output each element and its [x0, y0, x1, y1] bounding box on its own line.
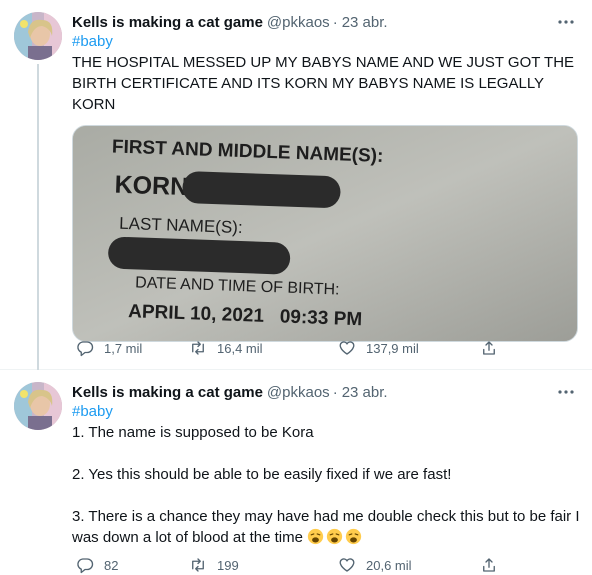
- like-icon: [339, 341, 355, 355]
- like-button[interactable]: 20,6 mil: [338, 556, 412, 574]
- action-bar: 82 199 20,6 mil: [76, 555, 556, 575]
- retweet-icon: [192, 341, 204, 355]
- reply-icon: [77, 341, 94, 357]
- retweet-button[interactable]: 16,4 mil: [189, 339, 263, 357]
- weary-face-emoji: [327, 528, 343, 545]
- share-button[interactable]: [480, 339, 498, 357]
- retweet-count: 199: [217, 557, 239, 573]
- tweet-header: Kells is making a cat game @pkkaos · 23 …: [72, 382, 580, 402]
- tweet-1[interactable]: Kells is making a cat game @pkkaos · 23 …: [0, 0, 592, 370]
- cert-first-name: KORN: [114, 171, 189, 202]
- reply-count: 1,7 mil: [104, 340, 143, 356]
- reply-button[interactable]: 1,7 mil: [76, 339, 142, 357]
- emoji-group: [307, 528, 364, 546]
- tweet-2[interactable]: Kells is making a cat game @pkkaos · 23 …: [0, 370, 592, 575]
- avatar[interactable]: [14, 12, 62, 60]
- reply-count: 82: [104, 557, 119, 573]
- hashtag-link[interactable]: #baby: [72, 402, 580, 422]
- tweet-text: THE HOSPITAL MESSED UP MY BABYS NAME AND…: [72, 54, 575, 113]
- like-icon: [339, 558, 355, 572]
- like-count: 137,9 mil: [366, 340, 419, 356]
- author-name[interactable]: Kells is making a cat game: [72, 14, 263, 31]
- redaction-bar: [108, 236, 291, 275]
- tweet-date[interactable]: 23 abr.: [342, 384, 388, 401]
- separator: ·: [332, 13, 338, 31]
- redaction-bar: [182, 171, 341, 208]
- share-icon: [483, 558, 495, 572]
- hashtag-link[interactable]: #baby: [72, 32, 580, 52]
- author-handle[interactable]: @pkkaos: [267, 384, 330, 401]
- author-handle[interactable]: @pkkaos: [267, 14, 330, 31]
- reply-icon: [77, 558, 94, 574]
- like-button[interactable]: 137,9 mil: [338, 339, 419, 357]
- retweet-button[interactable]: 199: [189, 556, 239, 574]
- avatar[interactable]: [14, 382, 62, 430]
- like-count: 20,6 mil: [366, 557, 412, 573]
- thread-line: [37, 64, 39, 370]
- weary-face-emoji: [308, 528, 324, 545]
- reply-button[interactable]: 82: [76, 556, 118, 574]
- action-bar: 1,7 mil 16,4 mil 137,9 mil: [76, 338, 556, 358]
- tweet-date[interactable]: 23 abr.: [342, 14, 388, 31]
- more-icon[interactable]: [556, 12, 576, 32]
- separator: ·: [332, 383, 338, 401]
- tweet-image[interactable]: FIRST AND MIDDLE NAME(S): KORN LAST NAME…: [72, 125, 578, 342]
- share-button[interactable]: [480, 556, 498, 574]
- retweet-count: 16,4 mil: [217, 340, 263, 356]
- tweet-text-line-1: 1. The name is supposed to be Kora: [72, 424, 314, 441]
- weary-face-emoji: [346, 528, 362, 545]
- retweet-icon: [192, 558, 204, 572]
- tweet-text-line-3-wrap: 3. There is a chance they may have had m…: [72, 506, 580, 548]
- more-icon[interactable]: [556, 382, 576, 402]
- share-icon: [483, 341, 495, 355]
- tweet-header: Kells is making a cat game @pkkaos · 23 …: [72, 12, 580, 32]
- author-name[interactable]: Kells is making a cat game: [72, 384, 263, 401]
- tweet-text-line-2: 2. Yes this should be able to be easily …: [72, 466, 452, 483]
